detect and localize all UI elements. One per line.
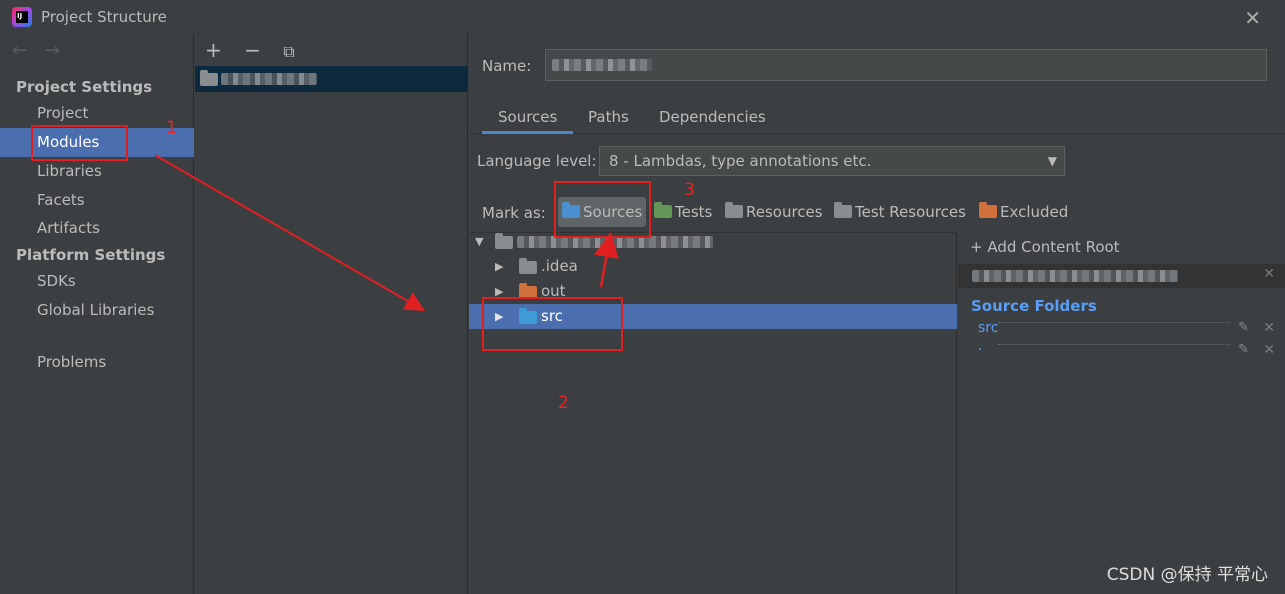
project-settings-header: Project Settings	[16, 78, 153, 96]
redacted-name-value	[552, 59, 652, 71]
root-folder-icon	[495, 233, 513, 249]
language-level-label: Language level:	[477, 152, 597, 170]
annotation-number-3: 3	[684, 180, 695, 200]
back-arrow-icon[interactable]: ←	[12, 40, 27, 61]
mark-as-label: Mark as:	[482, 204, 546, 222]
tree-root-row[interactable]: ▼	[469, 229, 957, 254]
mark-excluded-label: Excluded	[1000, 203, 1069, 221]
annotation-box-src	[482, 297, 623, 351]
remove-folder-icon[interactable]: ✕	[1263, 342, 1275, 358]
sidebar-item-facets[interactable]: Facets	[0, 186, 194, 215]
tab-paths[interactable]: Paths	[588, 108, 629, 126]
content-root-row[interactable]: ✕	[958, 264, 1285, 288]
module-list-item[interactable]	[195, 66, 468, 92]
excluded-folder-icon	[979, 202, 997, 218]
sidebar-item-artifacts[interactable]: Artifacts	[0, 214, 194, 243]
mark-test-resources-button[interactable]: Test Resources	[830, 197, 970, 227]
module-list-panel: + − ⧉	[195, 34, 468, 594]
language-level-value: 8 - Lambdas, type annotations etc.	[609, 152, 872, 170]
content-roots-panel: + Add Content Root ✕ Source Folders src …	[958, 232, 1285, 594]
tab-dependencies[interactable]: Dependencies	[659, 108, 766, 126]
mark-tests-label: Tests	[675, 203, 713, 221]
mark-resources-button[interactable]: Resources	[721, 197, 827, 227]
tests-folder-icon	[654, 202, 672, 218]
remove-module-icon[interactable]: −	[244, 38, 261, 62]
remove-folder-icon[interactable]: ✕	[1263, 320, 1275, 336]
copy-module-icon[interactable]: ⧉	[283, 42, 294, 61]
add-content-root-button[interactable]: + Add Content Root	[970, 238, 1120, 256]
sidebar-item-sdks[interactable]: SDKs	[0, 267, 194, 296]
close-icon[interactable]: ✕	[1244, 6, 1261, 30]
tree-row-idea[interactable]: ▶ .idea	[469, 254, 957, 279]
source-tree: ▼ ▶ .idea ▶ out ▶ src	[469, 232, 957, 594]
chevron-down-icon: ▼	[1047, 154, 1057, 168]
tab-bar: Sources Paths Dependencies	[469, 102, 1285, 134]
forward-arrow-icon[interactable]: →	[45, 40, 60, 61]
source-folders-title: Source Folders	[971, 297, 1097, 315]
pencil-icon[interactable]: ✎	[1238, 342, 1249, 357]
resources-folder-icon	[725, 202, 743, 218]
title-bar: IJ Project Structure ✕	[0, 0, 1285, 34]
remove-root-icon[interactable]: ✕	[1263, 266, 1275, 282]
annotation-box-sources	[554, 181, 651, 238]
language-level-select[interactable]: 8 - Lambdas, type annotations etc. ▼	[599, 146, 1065, 176]
source-folder-item[interactable]: .	[978, 338, 982, 354]
sidebar-item-problems[interactable]: Problems	[0, 348, 194, 377]
tab-sources[interactable]: Sources	[498, 108, 557, 126]
module-name-field[interactable]	[545, 49, 1267, 81]
csdn-watermark: CSDN @保持 平常心	[1106, 565, 1268, 585]
module-folder-icon	[200, 70, 218, 86]
pencil-icon[interactable]: ✎	[1238, 320, 1249, 335]
window-title: Project Structure	[41, 8, 167, 26]
sidebar-item-libraries[interactable]: Libraries	[0, 157, 194, 186]
platform-settings-header: Platform Settings	[16, 246, 166, 264]
sidebar-item-global-libraries[interactable]: Global Libraries	[0, 296, 194, 325]
annotation-number-2: 2	[558, 393, 569, 413]
intellij-logo-icon: IJ	[12, 7, 32, 27]
tree-label-idea: .idea	[541, 257, 578, 275]
mark-test-resources-label: Test Resources	[855, 203, 966, 221]
name-label: Name:	[482, 57, 532, 75]
redacted-module-name	[221, 73, 317, 85]
annotation-number-1: 1	[166, 118, 177, 138]
add-module-icon[interactable]: +	[205, 38, 222, 62]
collapse-triangle-icon: ▼	[475, 235, 484, 248]
mark-excluded-button[interactable]: Excluded	[975, 197, 1072, 227]
expand-triangle-icon: ▶	[495, 260, 504, 273]
source-folder-item[interactable]: src	[978, 320, 998, 336]
annotation-box-modules	[31, 125, 128, 161]
settings-sidebar: ← → Project Settings Project Modules Lib…	[0, 34, 194, 594]
dotted-leader	[998, 322, 1230, 323]
redacted-content-root	[972, 270, 1178, 282]
dotted-leader	[998, 344, 1230, 345]
folder-icon	[519, 258, 537, 274]
sidebar-item-project[interactable]: Project	[0, 99, 194, 128]
active-tab-indicator	[482, 131, 573, 134]
mark-tests-button[interactable]: Tests	[650, 197, 716, 227]
test-resources-folder-icon	[834, 202, 852, 218]
mark-resources-label: Resources	[746, 203, 823, 221]
